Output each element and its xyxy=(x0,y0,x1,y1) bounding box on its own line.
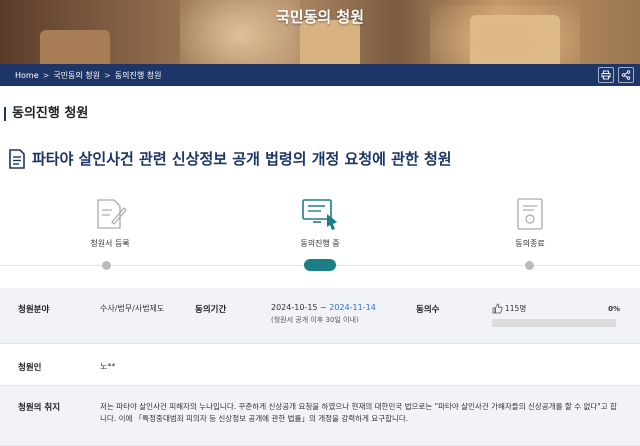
printer-icon xyxy=(601,70,611,80)
petitioner-value: 노** xyxy=(100,362,116,371)
period-start: 2024-10-15 xyxy=(271,303,318,312)
petitioner-header: 청원인 xyxy=(18,363,42,373)
breadcrumb-petition[interactable]: 국민동의 청원 xyxy=(53,70,100,81)
period-separator: ~ xyxy=(317,303,330,312)
agree-progress-bar xyxy=(492,319,616,327)
breadcrumb-separator: > xyxy=(104,70,111,80)
breadcrumb-current[interactable]: 동의진행 청원 xyxy=(115,70,162,81)
period-header: 동의기간 xyxy=(195,305,227,315)
header-banner: 국민동의 청원 xyxy=(0,0,640,64)
step-dot xyxy=(102,261,111,270)
info-row-purpose: 청원의 취지 저는 파타야 살인사건 피해자의 누나입니다. 꾸준하게 신상공개… xyxy=(0,386,640,446)
thumbs-up-icon xyxy=(492,303,503,314)
section-title: 동의진행 청원 xyxy=(4,107,88,121)
breadcrumb: Home > 국민동의 청원 > 동의진행 청원 xyxy=(0,64,640,86)
petition-title: 파타야 살인사건 관련 신상정보 공개 법령의 개정 요청에 관한 청원 xyxy=(32,150,452,168)
document-icon xyxy=(9,148,25,169)
step-dot xyxy=(525,261,534,270)
purpose-text: 저는 파타야 살인사건 피해자의 누나입니다. 꾸준하게 신상공개 요청을 하였… xyxy=(100,402,617,423)
step-label: 동의진행 중 xyxy=(300,239,340,248)
petition-info-table: 청원분야 수사/법무/사법제도 동의기간 2024-10-15 ~ 2024-1… xyxy=(0,288,640,446)
share-icon xyxy=(621,70,631,80)
petition-heading: 파타야 살인사건 관련 신상정보 공개 법령의 개정 요청에 관한 청원 xyxy=(8,148,452,169)
info-row-summary: 청원분야 수사/법무/사법제도 동의기간 2024-10-15 ~ 2024-1… xyxy=(0,288,640,344)
puzzle-piece-decoration xyxy=(40,30,110,64)
period-note: (청원서 공개 이후 30일 이내) xyxy=(271,316,359,324)
step-active-indicator xyxy=(304,259,336,271)
agree-percent: 0% xyxy=(608,304,620,313)
certificate-icon xyxy=(517,198,543,230)
monitor-hand-icon xyxy=(302,199,337,230)
agree-value: 115명 0% xyxy=(492,303,620,327)
field-header: 청원분야 xyxy=(18,305,50,315)
breadcrumb-home[interactable]: Home xyxy=(15,71,39,80)
info-row-petitioner: 청원인 노** xyxy=(0,344,640,386)
progress-steps: 청원서 등록 동의진행 중 동의종료 xyxy=(0,196,640,276)
step-label: 청원서 등록 xyxy=(90,239,130,248)
print-button[interactable] xyxy=(598,67,614,83)
purpose-header: 청원의 취지 xyxy=(18,403,61,413)
step-label: 동의종료 xyxy=(515,239,545,248)
step-closed: 동의종료 xyxy=(470,196,590,249)
document-pen-icon xyxy=(97,199,127,229)
breadcrumb-separator: > xyxy=(42,70,50,80)
page-header-title: 국민동의 청원 xyxy=(275,8,365,26)
agree-count: 115명 xyxy=(505,304,527,313)
share-button[interactable] xyxy=(618,67,634,83)
period-value: 2024-10-15 ~ 2024-11-14 (청원서 공개 이후 30일 이… xyxy=(271,303,416,325)
field-value: 수사/법무/사법제도 xyxy=(100,304,165,313)
step-registered: 청원서 등록 xyxy=(50,196,170,249)
agree-header: 동의수 xyxy=(416,305,440,315)
period-end: 2024-11-14 xyxy=(329,303,376,312)
step-in-progress: 동의진행 중 xyxy=(260,196,380,249)
